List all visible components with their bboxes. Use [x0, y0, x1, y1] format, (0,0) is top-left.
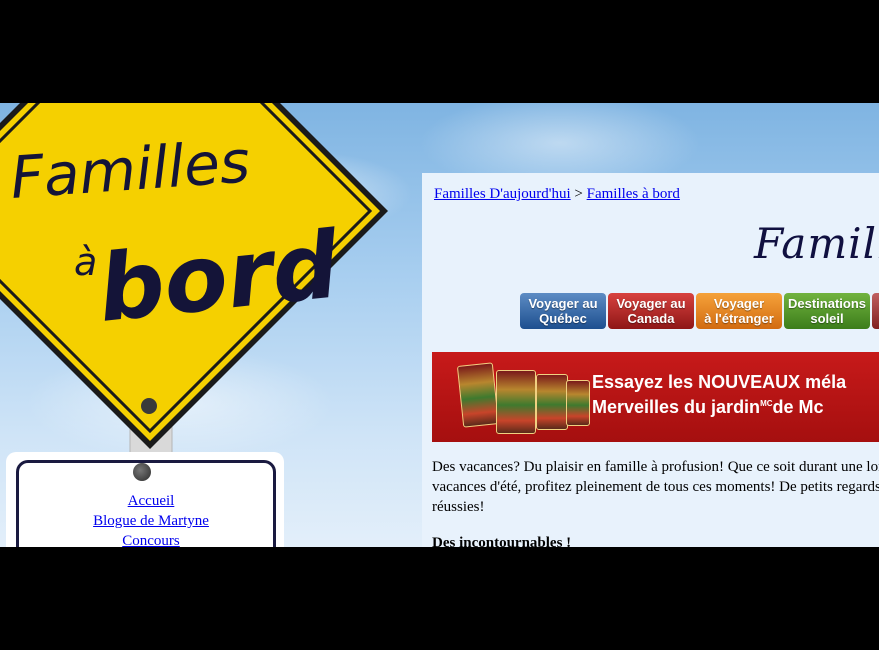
breadcrumb-separator: > [574, 186, 583, 202]
tab-label-line1: Voyager au [616, 296, 686, 311]
tab-label-line2: Canada [627, 311, 675, 326]
intro-line: réussies! [432, 499, 485, 515]
tab-partial[interactable] [872, 293, 879, 329]
breadcrumb-home-link[interactable]: Familles D'aujourd'hui [434, 186, 571, 202]
banner-line-1: Essayez les NOUVEAUX méla [592, 372, 847, 392]
sign-bolt [141, 398, 157, 414]
tab-label-line2: Québec [539, 311, 587, 326]
tab-label-line2: à l'étranger [704, 311, 774, 326]
side-nav-concours[interactable]: Concours [6, 531, 296, 547]
destination-tabs: Voyager au Québec Voyager au Canada Voya… [520, 293, 879, 331]
tab-label-line1: Voyager [713, 296, 765, 311]
banner-trademark: MC [760, 399, 773, 408]
tab-destinations-soleil[interactable]: Destinations soleil [784, 293, 870, 329]
intro-line: vacances d'été, profitez pleinement de t… [432, 479, 879, 495]
tab-voyager-quebec[interactable]: Voyager au Québec [520, 293, 606, 329]
tab-label-line1: Voyager au [528, 296, 598, 311]
side-nav-accueil[interactable]: Accueil [6, 491, 296, 511]
side-nav-blogue[interactable]: Blogue de Martyne [6, 511, 296, 531]
breadcrumb: Familles D'aujourd'hui > Familles à bord [434, 186, 680, 203]
tab-label-line2: soleil [810, 311, 844, 326]
page-title: Famille [754, 219, 879, 268]
intro-line: Des vacances? Du plaisir en famille à pr… [432, 459, 879, 475]
main-content: Familles D'aujourd'hui > Familles à bord… [422, 173, 879, 547]
banner-product-name: Merveilles du jardin [592, 397, 761, 417]
product-package-image [566, 380, 590, 426]
banner-brand: de Mc [772, 397, 824, 417]
familles-a-bord-sign-logo[interactable]: Familles à bord [0, 103, 400, 463]
section-heading: Des incontournables ! [432, 535, 572, 547]
banner-line-2: Merveilles du jardinMCde Mc [592, 397, 824, 418]
breadcrumb-current-link[interactable]: Familles à bord [587, 186, 680, 202]
tab-voyager-canada[interactable]: Voyager au Canada [608, 293, 694, 329]
side-card-bolt [133, 463, 151, 481]
tab-voyager-etranger[interactable]: Voyager à l'étranger [696, 293, 782, 329]
product-package-image [536, 374, 568, 430]
tab-label-line1: Destinations [787, 296, 866, 311]
intro-paragraph: Des vacances? Du plaisir en famille à pr… [432, 457, 879, 517]
product-package-image [496, 370, 536, 434]
side-nav: Accueil Blogue de Martyne Concours [6, 491, 296, 547]
product-package-image [456, 362, 500, 428]
page-viewport: Familles à bord Accueil Blogue de Martyn… [0, 103, 879, 547]
ad-banner[interactable]: Essayez les NOUVEAUX méla Merveilles du … [432, 352, 879, 442]
